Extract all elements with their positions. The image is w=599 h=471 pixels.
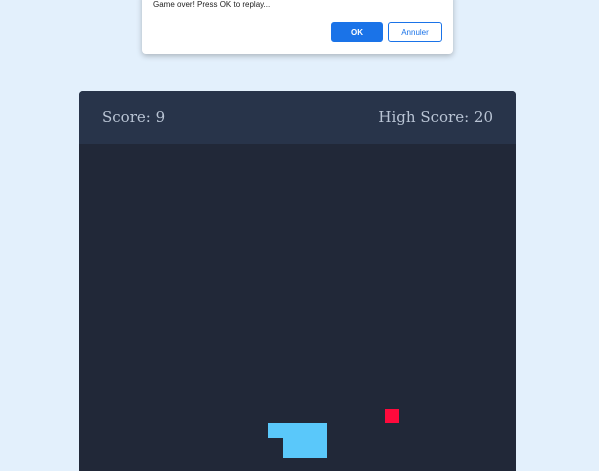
- score-bar: Score: 9 High Score: 20: [79, 91, 516, 144]
- cancel-button[interactable]: Annuler: [388, 22, 442, 42]
- high-score-display: High Score: 20: [378, 108, 493, 126]
- game-board[interactable]: [79, 144, 516, 471]
- ok-button[interactable]: OK: [331, 22, 383, 42]
- alert-dialog: Game over! Press OK to replay... OK Annu…: [142, 0, 453, 54]
- snake-segment: [268, 423, 327, 438]
- score-display: Score: 9: [102, 108, 166, 126]
- game-container: Score: 9 High Score: 20: [79, 91, 516, 471]
- snake-segment: [283, 438, 327, 458]
- dialog-message: Game over! Press OK to replay...: [153, 0, 271, 9]
- food-item: [385, 409, 399, 423]
